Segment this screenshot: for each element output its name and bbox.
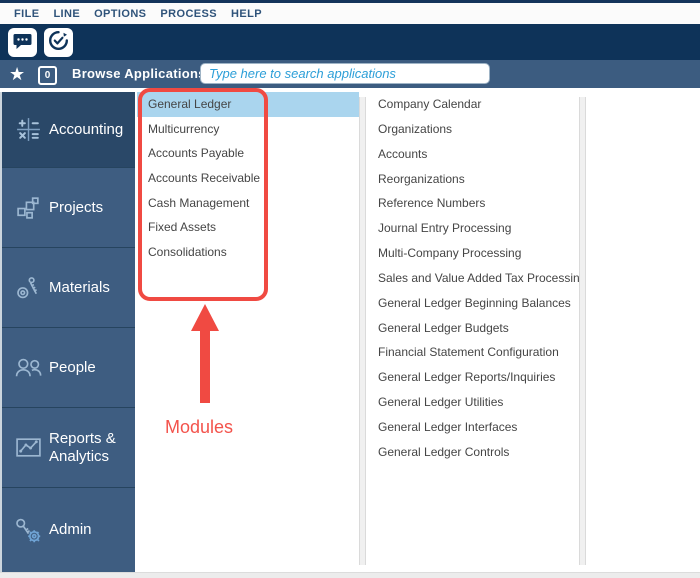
module-item-general-ledger[interactable]: General Ledger	[137, 92, 359, 117]
app-item-gl-beginning-balances[interactable]: General Ledger Beginning Balances	[368, 291, 578, 316]
app-item-multi-company-processing[interactable]: Multi-Company Processing	[368, 241, 578, 266]
app-item-reorganizations[interactable]: Reorganizations	[368, 167, 578, 192]
app-item-financial-statement-configuration[interactable]: Financial Statement Configuration	[368, 340, 578, 365]
sidebar: Accounting Projects	[0, 92, 135, 572]
secondary-toolbar: ★ 0 Browse Applications	[0, 60, 700, 88]
applications-scrollbar[interactable]	[579, 97, 586, 565]
calculator-icon	[11, 116, 45, 143]
menu-options[interactable]: OPTIONS	[94, 8, 146, 20]
sidebar-item-projects[interactable]: Projects	[2, 167, 135, 247]
sidebar-item-accounting[interactable]: Accounting	[2, 92, 135, 167]
modules-list: General Ledger Multicurrency Accounts Pa…	[137, 92, 359, 265]
app-item-gl-controls[interactable]: General Ledger Controls	[368, 440, 578, 465]
favorites-star-icon[interactable]: ★	[9, 61, 25, 87]
browse-applications-label: Browse Applications	[72, 60, 206, 88]
sidebar-item-label: Projects	[45, 199, 103, 217]
app-item-journal-entry-processing[interactable]: Journal Entry Processing	[368, 216, 578, 241]
app-item-gl-utilities[interactable]: General Ledger Utilities	[368, 390, 578, 415]
blocks-icon	[11, 194, 45, 221]
app-item-gl-budgets[interactable]: General Ledger Budgets	[368, 316, 578, 341]
clock-check-icon	[48, 30, 69, 56]
sidebar-item-label: Materials	[45, 279, 110, 297]
menu-bar: FILE LINE OPTIONS PROCESS HELP	[0, 3, 700, 24]
sidebar-item-label: People	[45, 359, 96, 377]
module-item-accounts-payable[interactable]: Accounts Payable	[137, 141, 359, 166]
key-gear-icon	[11, 516, 45, 545]
primary-toolbar	[0, 24, 700, 60]
menu-process[interactable]: PROCESS	[160, 8, 217, 20]
sidebar-item-label: Accounting	[45, 121, 123, 139]
people-icon	[11, 354, 45, 381]
sidebar-item-reports-analytics[interactable]: Reports & Analytics	[2, 407, 135, 487]
sidebar-item-label: Reports & Analytics	[45, 430, 135, 466]
counter-badge[interactable]: 0	[38, 66, 57, 85]
nut-bolt-icon	[11, 274, 45, 301]
module-item-fixed-assets[interactable]: Fixed Assets	[137, 215, 359, 240]
modules-scrollbar[interactable]	[359, 97, 366, 565]
search-input[interactable]	[200, 63, 490, 84]
app-item-company-calendar[interactable]: Company Calendar	[368, 92, 578, 117]
annotation-label: Modules	[165, 417, 233, 438]
sidebar-item-people[interactable]: People	[2, 327, 135, 407]
bottom-edge-strip	[0, 572, 700, 578]
app-item-gl-reports-inquiries[interactable]: General Ledger Reports/Inquiries	[368, 365, 578, 390]
annotation-arrow-up-icon	[186, 303, 224, 412]
chat-button[interactable]	[8, 28, 37, 57]
applications-list: Company Calendar Organizations Accounts …	[368, 92, 578, 465]
module-item-multicurrency[interactable]: Multicurrency	[137, 117, 359, 142]
sidebar-item-label: Admin	[45, 521, 92, 539]
app-item-gl-interfaces[interactable]: General Ledger Interfaces	[368, 415, 578, 440]
chat-icon	[12, 30, 33, 56]
app-item-accounts[interactable]: Accounts	[368, 142, 578, 167]
scheduled-tasks-button[interactable]	[44, 28, 73, 57]
module-item-cash-management[interactable]: Cash Management	[137, 191, 359, 216]
app-item-reference-numbers[interactable]: Reference Numbers	[368, 191, 578, 216]
line-chart-icon	[11, 434, 45, 461]
menu-line[interactable]: LINE	[53, 8, 80, 20]
module-item-consolidations[interactable]: Consolidations	[137, 240, 359, 265]
menu-help[interactable]: HELP	[231, 8, 262, 20]
app-item-organizations[interactable]: Organizations	[368, 117, 578, 142]
menu-file[interactable]: FILE	[14, 8, 39, 20]
app-item-sales-vat-processing[interactable]: Sales and Value Added Tax Processing	[368, 266, 578, 291]
sidebar-item-admin[interactable]: Admin	[2, 487, 135, 572]
module-item-accounts-receivable[interactable]: Accounts Receivable	[137, 166, 359, 191]
sidebar-item-materials[interactable]: Materials	[2, 247, 135, 327]
